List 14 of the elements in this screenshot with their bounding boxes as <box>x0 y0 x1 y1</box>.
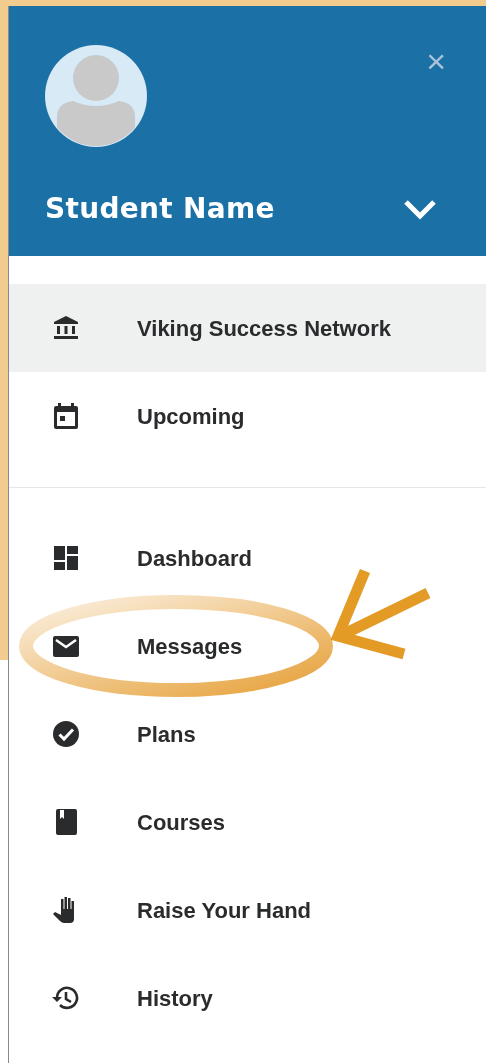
check-circle-icon <box>51 719 81 749</box>
menu-item[interactable]: Courses <box>9 778 486 866</box>
menu-item[interactable]: Plans <box>9 690 486 778</box>
menu-item[interactable]: Messages <box>9 602 486 690</box>
menu-item[interactable]: Raise Your Hand <box>9 866 486 954</box>
calendar-icon <box>51 401 81 431</box>
menu-item[interactable]: Dashboard <box>9 514 486 602</box>
avatar-icon <box>45 45 147 147</box>
dashboard-icon <box>51 543 81 573</box>
menu-item[interactable]: Upcoming <box>9 372 486 460</box>
chevron-down-icon[interactable] <box>402 197 438 221</box>
menu-item[interactable]: Viking Success Network <box>9 284 486 372</box>
menu-item[interactable]: History <box>9 954 486 1042</box>
student-name: Student Name <box>45 191 275 227</box>
